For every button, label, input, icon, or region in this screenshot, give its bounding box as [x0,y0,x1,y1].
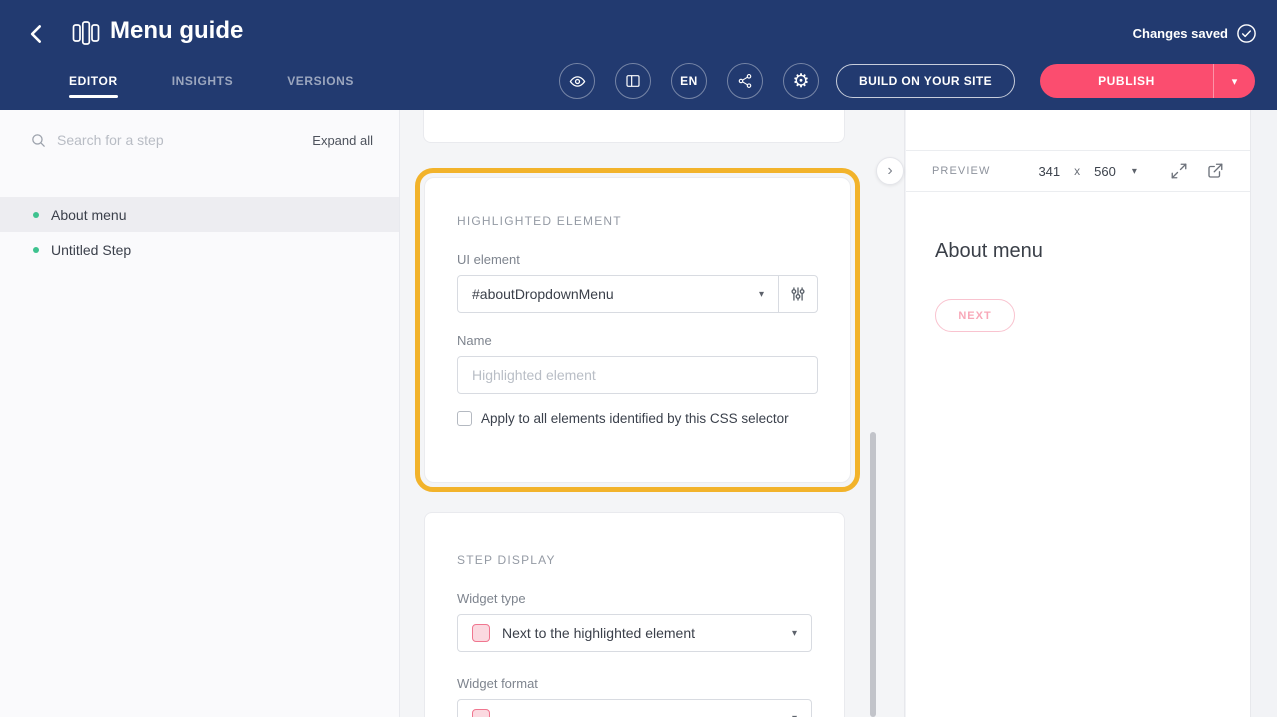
layout-panel-icon [625,73,641,89]
step-status-dot [33,247,39,253]
eye-icon [569,73,586,90]
step-status-dot [33,212,39,218]
share-icon [737,73,753,89]
expand-all-link[interactable]: Expand all [312,133,373,148]
changes-saved-label: Changes saved [1133,26,1228,41]
step-list: About menu Untitled Step [0,197,399,267]
chevron-down-icon: ▾ [792,713,797,717]
preview-eye-button[interactable] [559,63,595,99]
header-toolbar: EN ⚙ [559,63,819,99]
highlighted-element-focus-ring: HIGHLIGHTED ELEMENT UI element #aboutDro… [415,168,860,492]
gear-icon: ⚙ [792,72,809,91]
section-title: STEP DISPLAY [457,553,812,567]
chevron-left-icon [24,21,50,47]
collapse-panel-button[interactable]: › [876,157,904,185]
open-in-new-window-button[interactable] [1206,162,1224,180]
tab-editor[interactable]: EDITOR [69,74,118,88]
layout-button[interactable] [615,63,651,99]
page-title: Menu guide [110,17,243,45]
step-label: Untitled Step [51,242,131,258]
step-item-untitled-step[interactable]: Untitled Step [0,232,399,267]
apply-all-label: Apply to all elements identified by this… [481,411,789,426]
element-name-input[interactable] [457,356,818,394]
preview-title: PREVIEW [932,165,990,177]
preview-width-value: 341 [1038,164,1060,179]
step-item-about-menu[interactable]: About menu [0,197,399,232]
ui-element-label: UI element [457,252,818,267]
ui-element-value: #aboutDropdownMenu [472,286,614,302]
expand-preview-button[interactable] [1170,162,1188,180]
apply-all-checkbox[interactable] [457,411,472,426]
widget-type-select[interactable]: Next to the highlighted element ▾ [457,614,812,652]
widget-format-icon [472,709,490,717]
step-editor-panel: HIGHLIGHTED ELEMENT UI element #aboutDro… [400,110,905,717]
selector-settings-button[interactable] [778,275,818,313]
sliders-icon [789,285,807,303]
publish-button-group: PUBLISH ▾ [1040,64,1255,98]
preview-body: About menu NEXT [906,192,1250,332]
preview-panel: PREVIEW 341 x 560 ▾ About menu NEXT [906,110,1251,717]
preview-step-title: About menu [935,240,1222,263]
chevron-down-icon: ▾ [792,628,797,639]
editor-scrollbar[interactable] [870,432,876,717]
language-button[interactable]: EN [671,63,707,99]
widget-type-icon [472,624,490,642]
ui-element-select[interactable]: #aboutDropdownMenu ▾ [457,275,779,313]
preview-next-button[interactable]: NEXT [935,299,1015,332]
highlighted-element-card: HIGHLIGHTED ELEMENT UI element #aboutDro… [424,177,851,483]
language-label: EN [680,74,698,88]
preview-size-separator: x [1074,164,1080,178]
section-title: HIGHLIGHTED ELEMENT [457,214,818,228]
preview-header: PREVIEW 341 x 560 ▾ [906,150,1250,192]
widget-format-select[interactable]: ▾ [457,699,812,717]
search-icon [30,132,47,149]
app-logo-icon [72,20,100,46]
apply-all-row: Apply to all elements identified by this… [457,411,818,426]
tab-versions[interactable]: VERSIONS [287,74,354,88]
tab-insights[interactable]: INSIGHTS [172,74,233,88]
step-display-card: STEP DISPLAY Widget type Next to the hig… [424,512,845,717]
ui-element-row: #aboutDropdownMenu ▾ [457,275,818,313]
steps-sidebar: Expand all About menu Untitled Step [0,110,400,717]
publish-button[interactable]: PUBLISH [1040,64,1213,98]
step-search-row: Expand all [0,110,399,170]
header-tabs: EDITOR INSIGHTS VERSIONS [69,74,354,88]
chevron-down-icon: ▾ [1132,166,1137,177]
build-on-your-site-button[interactable]: BUILD ON YOUR SITE [836,64,1015,98]
external-link-icon [1206,162,1224,180]
expand-icon [1170,162,1188,180]
chevron-down-icon: ▾ [1232,76,1238,88]
widget-format-label: Widget format [457,676,812,691]
settings-button[interactable]: ⚙ [783,63,819,99]
step-label: About menu [51,207,127,223]
changes-saved-status: Changes saved [1133,23,1257,44]
chevron-down-icon: ▾ [759,289,764,300]
step-search-input[interactable] [57,132,302,148]
preview-height-value: 560 [1094,164,1116,179]
preview-actions [1170,162,1224,180]
publish-dropdown-button[interactable]: ▾ [1213,64,1255,98]
share-button[interactable] [727,63,763,99]
previous-settings-card [423,110,845,143]
widget-type-label: Widget type [457,591,812,606]
widget-type-value: Next to the highlighted element [502,625,695,641]
name-label: Name [457,333,818,348]
back-button[interactable] [24,20,52,48]
check-circle-icon [1236,23,1257,44]
preview-size-select[interactable]: 341 x 560 ▾ [1038,164,1136,179]
app-header: Menu guide Changes saved EDITOR INSIGHTS… [0,0,1277,110]
